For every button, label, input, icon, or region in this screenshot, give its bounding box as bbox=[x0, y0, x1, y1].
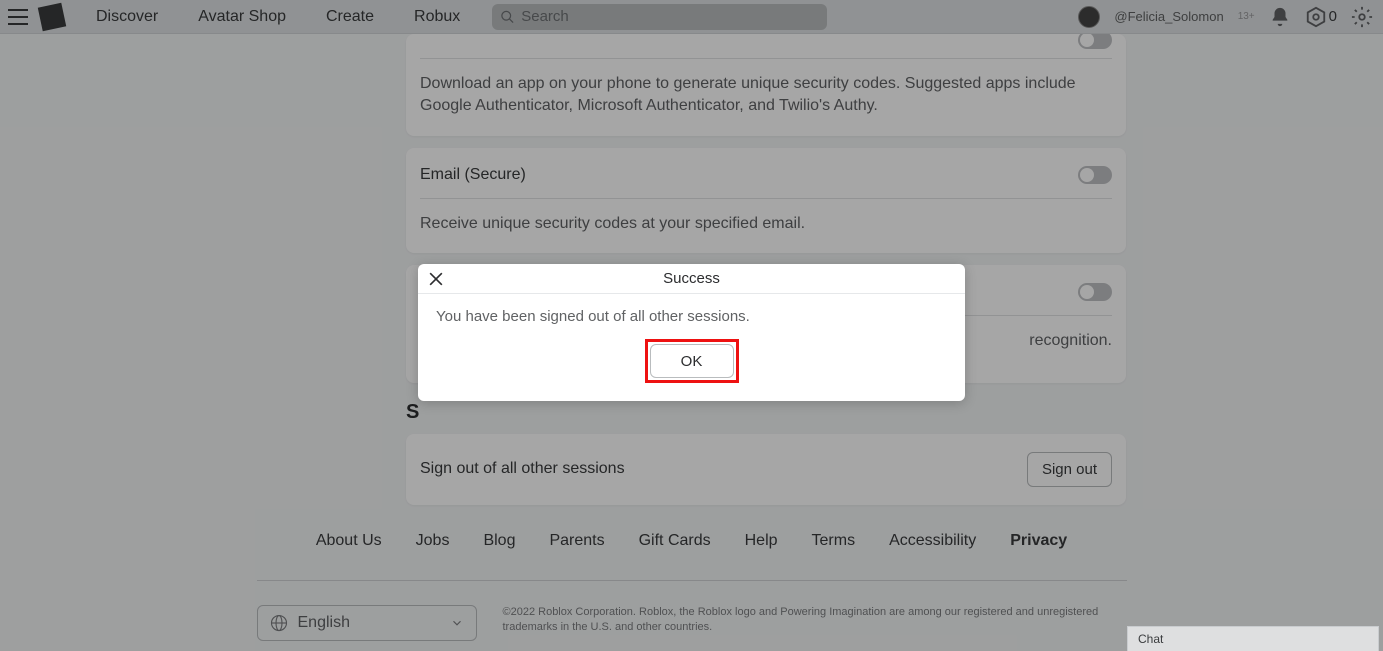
chat-bar[interactable]: Chat bbox=[1127, 626, 1379, 651]
modal-message: You have been signed out of all other se… bbox=[436, 308, 947, 325]
chat-label: Chat bbox=[1138, 632, 1163, 646]
modal-header: Success bbox=[418, 264, 965, 294]
close-icon[interactable] bbox=[426, 269, 446, 289]
success-modal: Success You have been signed out of all … bbox=[418, 264, 965, 401]
highlight-box: OK bbox=[645, 339, 739, 383]
ok-button[interactable]: OK bbox=[650, 344, 734, 378]
modal-title: Success bbox=[663, 270, 720, 287]
